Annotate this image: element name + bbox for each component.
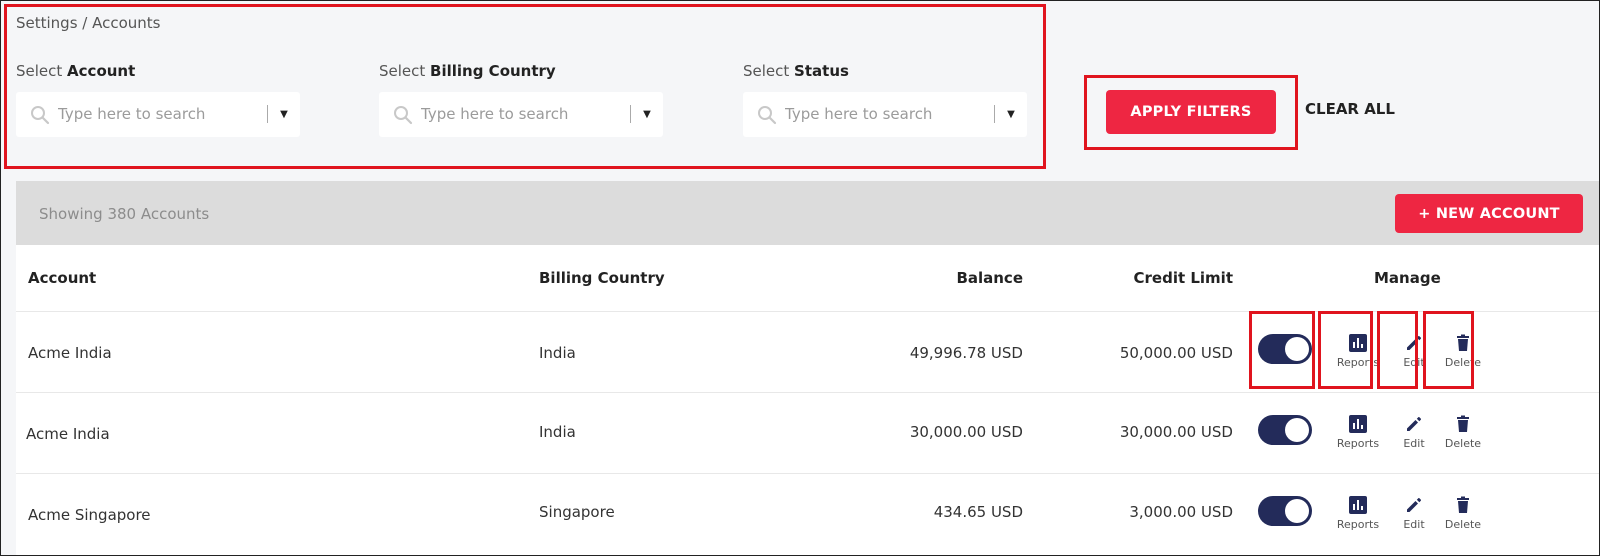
column-header-billing-country: Billing Country bbox=[539, 269, 665, 287]
edit-icon bbox=[1407, 416, 1422, 431]
column-header-manage: Manage bbox=[1374, 269, 1441, 287]
edit-icon bbox=[1407, 497, 1422, 512]
reports-icon bbox=[1349, 496, 1367, 514]
delete-button[interactable]: Delete bbox=[1438, 415, 1488, 450]
toggle-knob bbox=[1285, 418, 1309, 442]
new-account-button[interactable]: + NEW ACCOUNT bbox=[1395, 194, 1583, 233]
filters-highlight-box bbox=[4, 4, 1046, 169]
edit-button[interactable]: Edit bbox=[1389, 415, 1439, 450]
edit-label: Edit bbox=[1403, 437, 1425, 450]
accounts-count: Showing 380 Accounts bbox=[39, 205, 210, 223]
delete-label: Delete bbox=[1444, 437, 1482, 450]
clear-all-button[interactable]: CLEAR ALL bbox=[1305, 100, 1395, 118]
delete-icon bbox=[1457, 496, 1469, 513]
table-toolbar: Showing 380 Accounts + NEW ACCOUNT bbox=[16, 181, 1600, 245]
account-cell[interactable]: Acme India bbox=[26, 425, 110, 443]
reports-button[interactable]: Reports bbox=[1333, 415, 1383, 450]
table-row: Acme Singapore Singapore 434.65 USD 3,00… bbox=[16, 473, 1600, 554]
delete-icon bbox=[1457, 415, 1469, 432]
account-status-toggle[interactable] bbox=[1258, 496, 1312, 526]
reports-label: Reports bbox=[1336, 518, 1380, 531]
balance-cell: 49,996.78 USD bbox=[909, 344, 1023, 362]
balance-cell: 30,000.00 USD bbox=[909, 423, 1023, 441]
edit-highlight-box bbox=[1377, 311, 1418, 389]
reports-label: Reports bbox=[1336, 437, 1380, 450]
column-header-account: Account bbox=[28, 269, 97, 287]
country-cell: India bbox=[539, 423, 576, 441]
credit-limit-cell: 50,000.00 USD bbox=[1119, 344, 1233, 362]
toggle-knob bbox=[1285, 499, 1309, 523]
country-cell: India bbox=[539, 344, 576, 362]
account-status-toggle[interactable] bbox=[1258, 415, 1312, 445]
account-cell[interactable]: Acme Singapore bbox=[28, 506, 151, 524]
column-header-balance: Balance bbox=[956, 269, 1023, 287]
balance-cell: 434.65 USD bbox=[933, 503, 1023, 521]
column-header-credit-limit: Credit Limit bbox=[1133, 269, 1234, 287]
edit-label: Edit bbox=[1403, 518, 1425, 531]
delete-button[interactable]: Delete bbox=[1438, 496, 1488, 531]
delete-label: Delete bbox=[1444, 518, 1482, 531]
delete-highlight-box bbox=[1423, 311, 1474, 389]
toggle-highlight-box bbox=[1249, 311, 1315, 389]
reports-highlight-box bbox=[1318, 311, 1373, 389]
edit-button[interactable]: Edit bbox=[1389, 496, 1439, 531]
credit-limit-cell: 30,000.00 USD bbox=[1119, 423, 1233, 441]
country-cell: Singapore bbox=[539, 503, 615, 521]
apply-filters-highlight-box bbox=[1084, 75, 1298, 150]
account-cell[interactable]: Acme India bbox=[28, 344, 112, 362]
table-row: Acme India India 30,000.00 USD 30,000.00… bbox=[16, 392, 1600, 473]
reports-button[interactable]: Reports bbox=[1333, 496, 1383, 531]
credit-limit-cell: 3,000.00 USD bbox=[1129, 503, 1233, 521]
reports-icon bbox=[1349, 415, 1367, 433]
